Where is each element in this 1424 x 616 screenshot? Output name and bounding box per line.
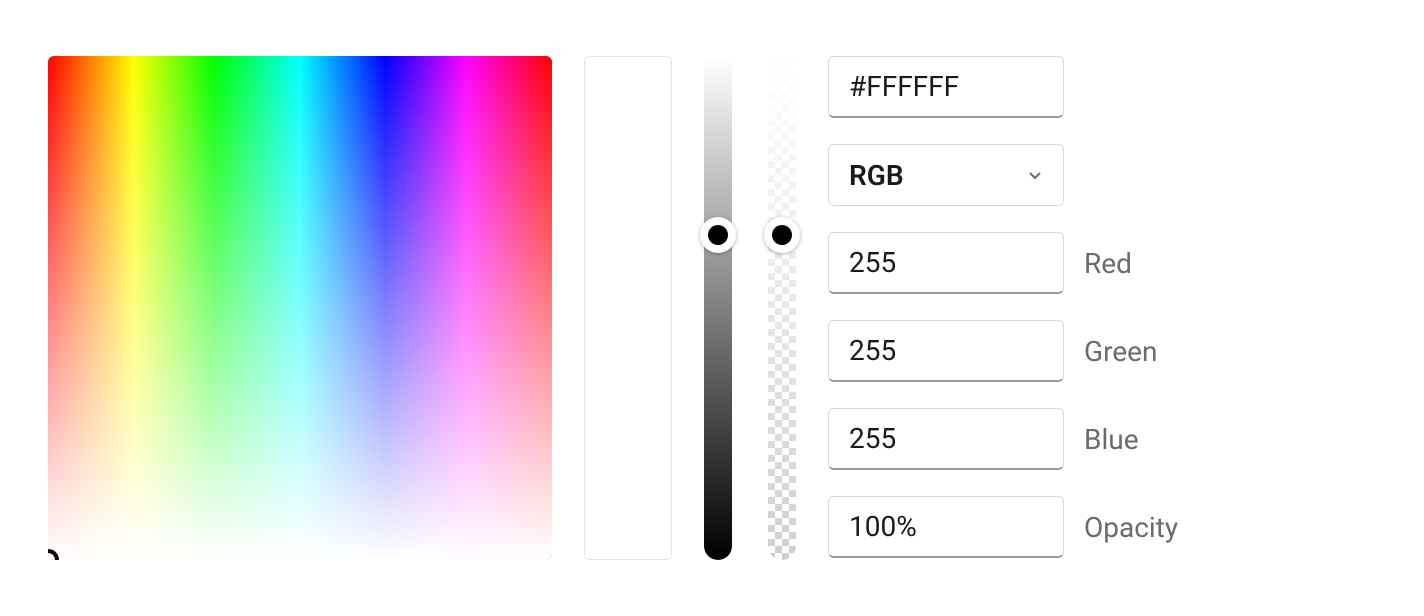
- lightness-gradient: [704, 56, 732, 560]
- opacity-label: Opacity: [1084, 511, 1178, 544]
- alpha-gradient: [768, 56, 796, 560]
- hex-input[interactable]: [828, 56, 1064, 118]
- color-mode-select-wrapper: RGB: [828, 144, 1064, 206]
- inputs-column: RGB Red Green Blue Opacity: [828, 56, 1208, 558]
- blue-input[interactable]: [828, 408, 1064, 470]
- alpha-slider[interactable]: [768, 56, 796, 560]
- color-mode-selected: RGB: [849, 159, 904, 192]
- chevron-down-icon: [1027, 167, 1043, 183]
- color-swatch: [584, 56, 672, 560]
- mode-row: RGB: [828, 144, 1208, 206]
- blue-row: Blue: [828, 408, 1208, 470]
- alpha-handle-dot: [772, 225, 792, 245]
- sliders-group: [704, 56, 796, 560]
- opacity-row: Opacity: [828, 496, 1208, 558]
- color-picker: RGB Red Green Blue Opacity: [48, 56, 1376, 560]
- red-input[interactable]: [828, 232, 1064, 294]
- saturation-area[interactable]: [48, 56, 552, 560]
- alpha-handle[interactable]: [764, 217, 800, 253]
- lightness-handle-dot: [708, 225, 728, 245]
- green-row: Green: [828, 320, 1208, 382]
- green-input[interactable]: [828, 320, 1064, 382]
- red-label: Red: [1084, 247, 1132, 280]
- lightness-handle[interactable]: [700, 217, 736, 253]
- opacity-input[interactable]: [828, 496, 1064, 558]
- green-label: Green: [1084, 335, 1157, 368]
- saturation-white-overlay: [48, 56, 552, 560]
- color-mode-select[interactable]: RGB: [828, 144, 1064, 206]
- red-row: Red: [828, 232, 1208, 294]
- blue-label: Blue: [1084, 423, 1139, 456]
- hex-row: [828, 56, 1208, 118]
- lightness-slider[interactable]: [704, 56, 732, 560]
